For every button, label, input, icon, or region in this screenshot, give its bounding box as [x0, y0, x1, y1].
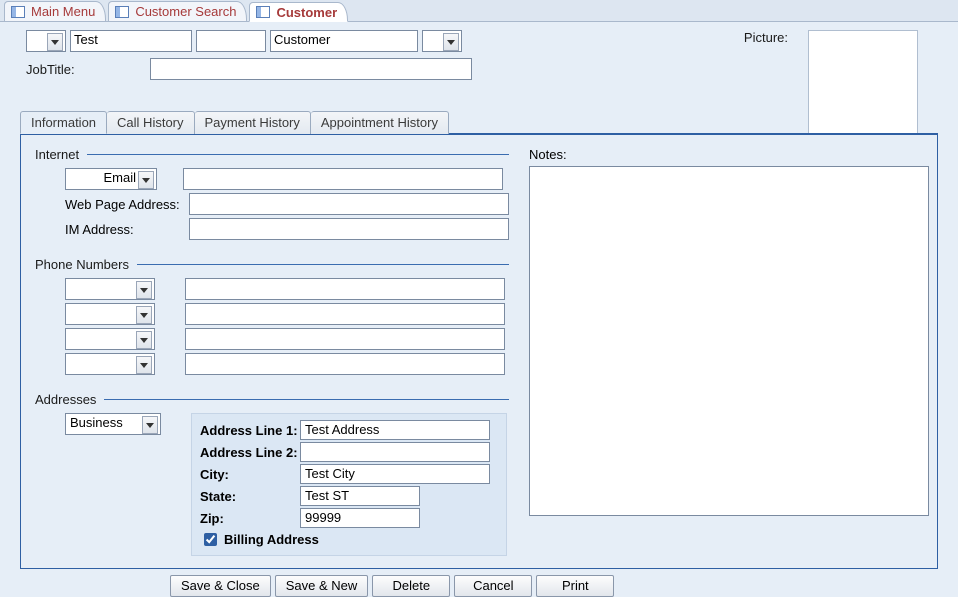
cancel-button[interactable]: Cancel	[454, 575, 532, 597]
doc-tab-customer-search[interactable]: Customer Search	[108, 1, 247, 21]
doc-tab-customer[interactable]: Customer	[249, 2, 348, 22]
phone-type-select[interactable]	[65, 353, 155, 375]
im-input[interactable]	[189, 218, 509, 240]
save-new-button[interactable]: Save & New	[275, 575, 369, 597]
notes-textarea[interactable]	[529, 166, 929, 516]
notes-label: Notes:	[529, 147, 929, 162]
save-close-button[interactable]: Save & Close	[170, 575, 271, 597]
jobtitle-input[interactable]	[150, 58, 472, 80]
phone-number-input[interactable]	[185, 303, 505, 325]
tab-appointment-history[interactable]: Appointment History	[311, 111, 449, 134]
billing-address-checkbox[interactable]: Billing Address	[200, 530, 498, 549]
form-icon	[256, 6, 270, 18]
detail-tab-control: Information Call History Payment History…	[20, 110, 938, 597]
customer-header: Test Customer JobTitle: Picture:	[0, 22, 958, 80]
group-title-addresses: Addresses	[35, 392, 104, 407]
group-title-internet: Internet	[35, 147, 87, 162]
zip-label: Zip:	[200, 511, 300, 526]
doc-tab-label: Main Menu	[31, 4, 95, 19]
billing-label: Billing Address	[224, 532, 319, 547]
billing-checkbox-input[interactable]	[204, 533, 217, 546]
first-name-input[interactable]: Test	[70, 30, 192, 52]
phone-type-select[interactable]	[65, 303, 155, 325]
last-name-input[interactable]: Customer	[270, 30, 418, 52]
doc-tab-main-menu[interactable]: Main Menu	[4, 1, 106, 21]
address-line2-label: Address Line 2:	[200, 445, 300, 460]
email-input[interactable]	[183, 168, 503, 190]
middle-name-input[interactable]	[196, 30, 266, 52]
button-bar: Save & Close Save & New Delete Cancel Pr…	[20, 569, 938, 597]
city-input[interactable]: Test City	[300, 464, 490, 484]
web-input[interactable]	[189, 193, 509, 215]
delete-button[interactable]: Delete	[372, 575, 450, 597]
address-type-select[interactable]: Business	[65, 413, 161, 435]
zip-input[interactable]: 99999	[300, 508, 420, 528]
phone-number-input[interactable]	[185, 353, 505, 375]
group-addresses: Addresses Business Address Line 1: Test …	[35, 392, 509, 556]
document-tabs: Main Menu Customer Search Customer	[0, 0, 958, 22]
state-label: State:	[200, 489, 300, 504]
im-label: IM Address:	[65, 222, 189, 237]
address-block: Address Line 1: Test Address Address Lin…	[191, 413, 507, 556]
address-line1-input[interactable]: Test Address	[300, 420, 490, 440]
doc-tab-label: Customer	[276, 5, 337, 20]
tab-information[interactable]: Information	[20, 111, 107, 134]
group-internet: Internet Email Web Page Address: IM Add	[35, 147, 509, 243]
city-label: City:	[200, 467, 300, 482]
suffix-select[interactable]	[422, 30, 462, 52]
web-label: Web Page Address:	[65, 197, 189, 212]
tab-page-information: Internet Email Web Page Address: IM Add	[20, 133, 938, 569]
form-icon	[115, 6, 129, 18]
print-button[interactable]: Print	[536, 575, 614, 597]
tab-payment-history[interactable]: Payment History	[195, 111, 311, 134]
prefix-select[interactable]	[26, 30, 66, 52]
state-input[interactable]: Test ST	[300, 486, 420, 506]
doc-tab-label: Customer Search	[135, 4, 236, 19]
group-line	[104, 399, 509, 400]
group-title-phone: Phone Numbers	[35, 257, 137, 272]
group-line	[87, 154, 509, 155]
phone-type-select[interactable]	[65, 328, 155, 350]
form-icon	[11, 6, 25, 18]
group-line	[137, 264, 509, 265]
jobtitle-label: JobTitle:	[26, 62, 146, 77]
picture-label: Picture:	[744, 30, 788, 45]
tab-call-history[interactable]: Call History	[107, 111, 194, 134]
email-type-select[interactable]: Email	[65, 168, 157, 190]
phone-type-select[interactable]	[65, 278, 155, 300]
detail-tabstrip: Information Call History Payment History…	[20, 111, 938, 134]
address-line1-label: Address Line 1:	[200, 423, 300, 438]
group-phone: Phone Numbers	[35, 257, 509, 378]
address-line2-input[interactable]	[300, 442, 490, 462]
phone-number-input[interactable]	[185, 328, 505, 350]
phone-number-input[interactable]	[185, 278, 505, 300]
